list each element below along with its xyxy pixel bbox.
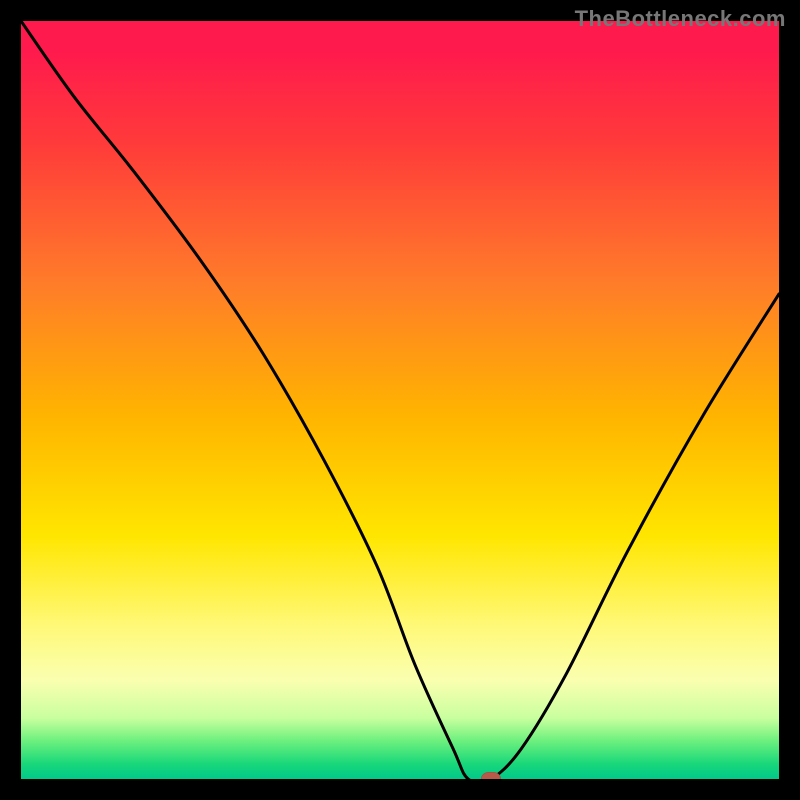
optimum-marker bbox=[481, 772, 501, 779]
plot-area bbox=[21, 21, 779, 779]
watermark-text: TheBottleneck.com bbox=[575, 6, 786, 32]
bottleneck-curve bbox=[21, 21, 779, 779]
curve-path bbox=[21, 21, 779, 779]
chart-frame: TheBottleneck.com bbox=[0, 0, 800, 800]
